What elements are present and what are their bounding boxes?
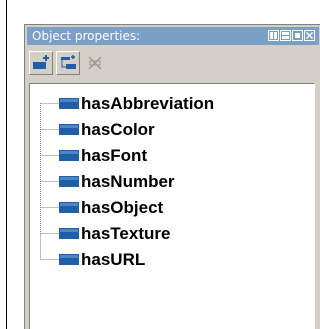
property-tree: hasAbbreviation hasColor hasFont hasNumb…	[29, 83, 315, 329]
tile-vertical-icon[interactable]	[268, 30, 279, 41]
tree-item[interactable]: hasFont	[30, 144, 310, 168]
property-icon	[59, 228, 79, 239]
property-icon	[59, 254, 79, 265]
close-icon[interactable]	[304, 30, 315, 41]
delete-property-button[interactable]	[83, 51, 107, 75]
tree-item[interactable]: hasAbbreviation	[30, 92, 310, 116]
titlebar-buttons	[268, 30, 315, 41]
add-property-icon	[33, 55, 49, 69]
property-icon	[59, 176, 79, 187]
add-property-button[interactable]	[29, 51, 53, 75]
tile-horizontal-icon[interactable]	[280, 30, 291, 41]
tree-item-label: hasNumber	[81, 172, 175, 191]
tree-item[interactable]: hasObject	[30, 196, 310, 220]
property-icon	[59, 98, 79, 109]
tree-item-label: hasURL	[81, 250, 146, 269]
maximize-icon[interactable]	[292, 30, 303, 41]
panel-title: Object properties:	[32, 29, 141, 43]
window-divider	[6, 0, 7, 329]
property-icon	[59, 124, 79, 135]
tree-item[interactable]: hasColor	[30, 118, 310, 142]
tree-item-label: hasObject	[81, 198, 164, 217]
object-properties-panel: Object properties: hasAbbreviation hasCo…	[24, 24, 320, 329]
add-subproperty-icon	[61, 55, 76, 69]
panel-toolbar	[27, 47, 317, 79]
tree-item-label: hasTexture	[81, 224, 171, 243]
tree-item[interactable]: hasTexture	[30, 222, 310, 246]
panel-titlebar: Object properties:	[27, 27, 319, 45]
delete-property-icon	[88, 56, 102, 70]
add-subproperty-button[interactable]	[56, 51, 80, 75]
property-icon	[59, 202, 79, 213]
tree-item-label: hasFont	[81, 146, 148, 165]
tree-item-label: hasColor	[81, 120, 155, 139]
tree-item[interactable]: hasURL	[30, 248, 310, 272]
screen: Object properties: hasAbbreviation hasCo…	[0, 0, 320, 329]
property-icon	[59, 150, 79, 161]
tree-item-label: hasAbbreviation	[81, 94, 215, 113]
tree-item[interactable]: hasNumber	[30, 170, 310, 194]
